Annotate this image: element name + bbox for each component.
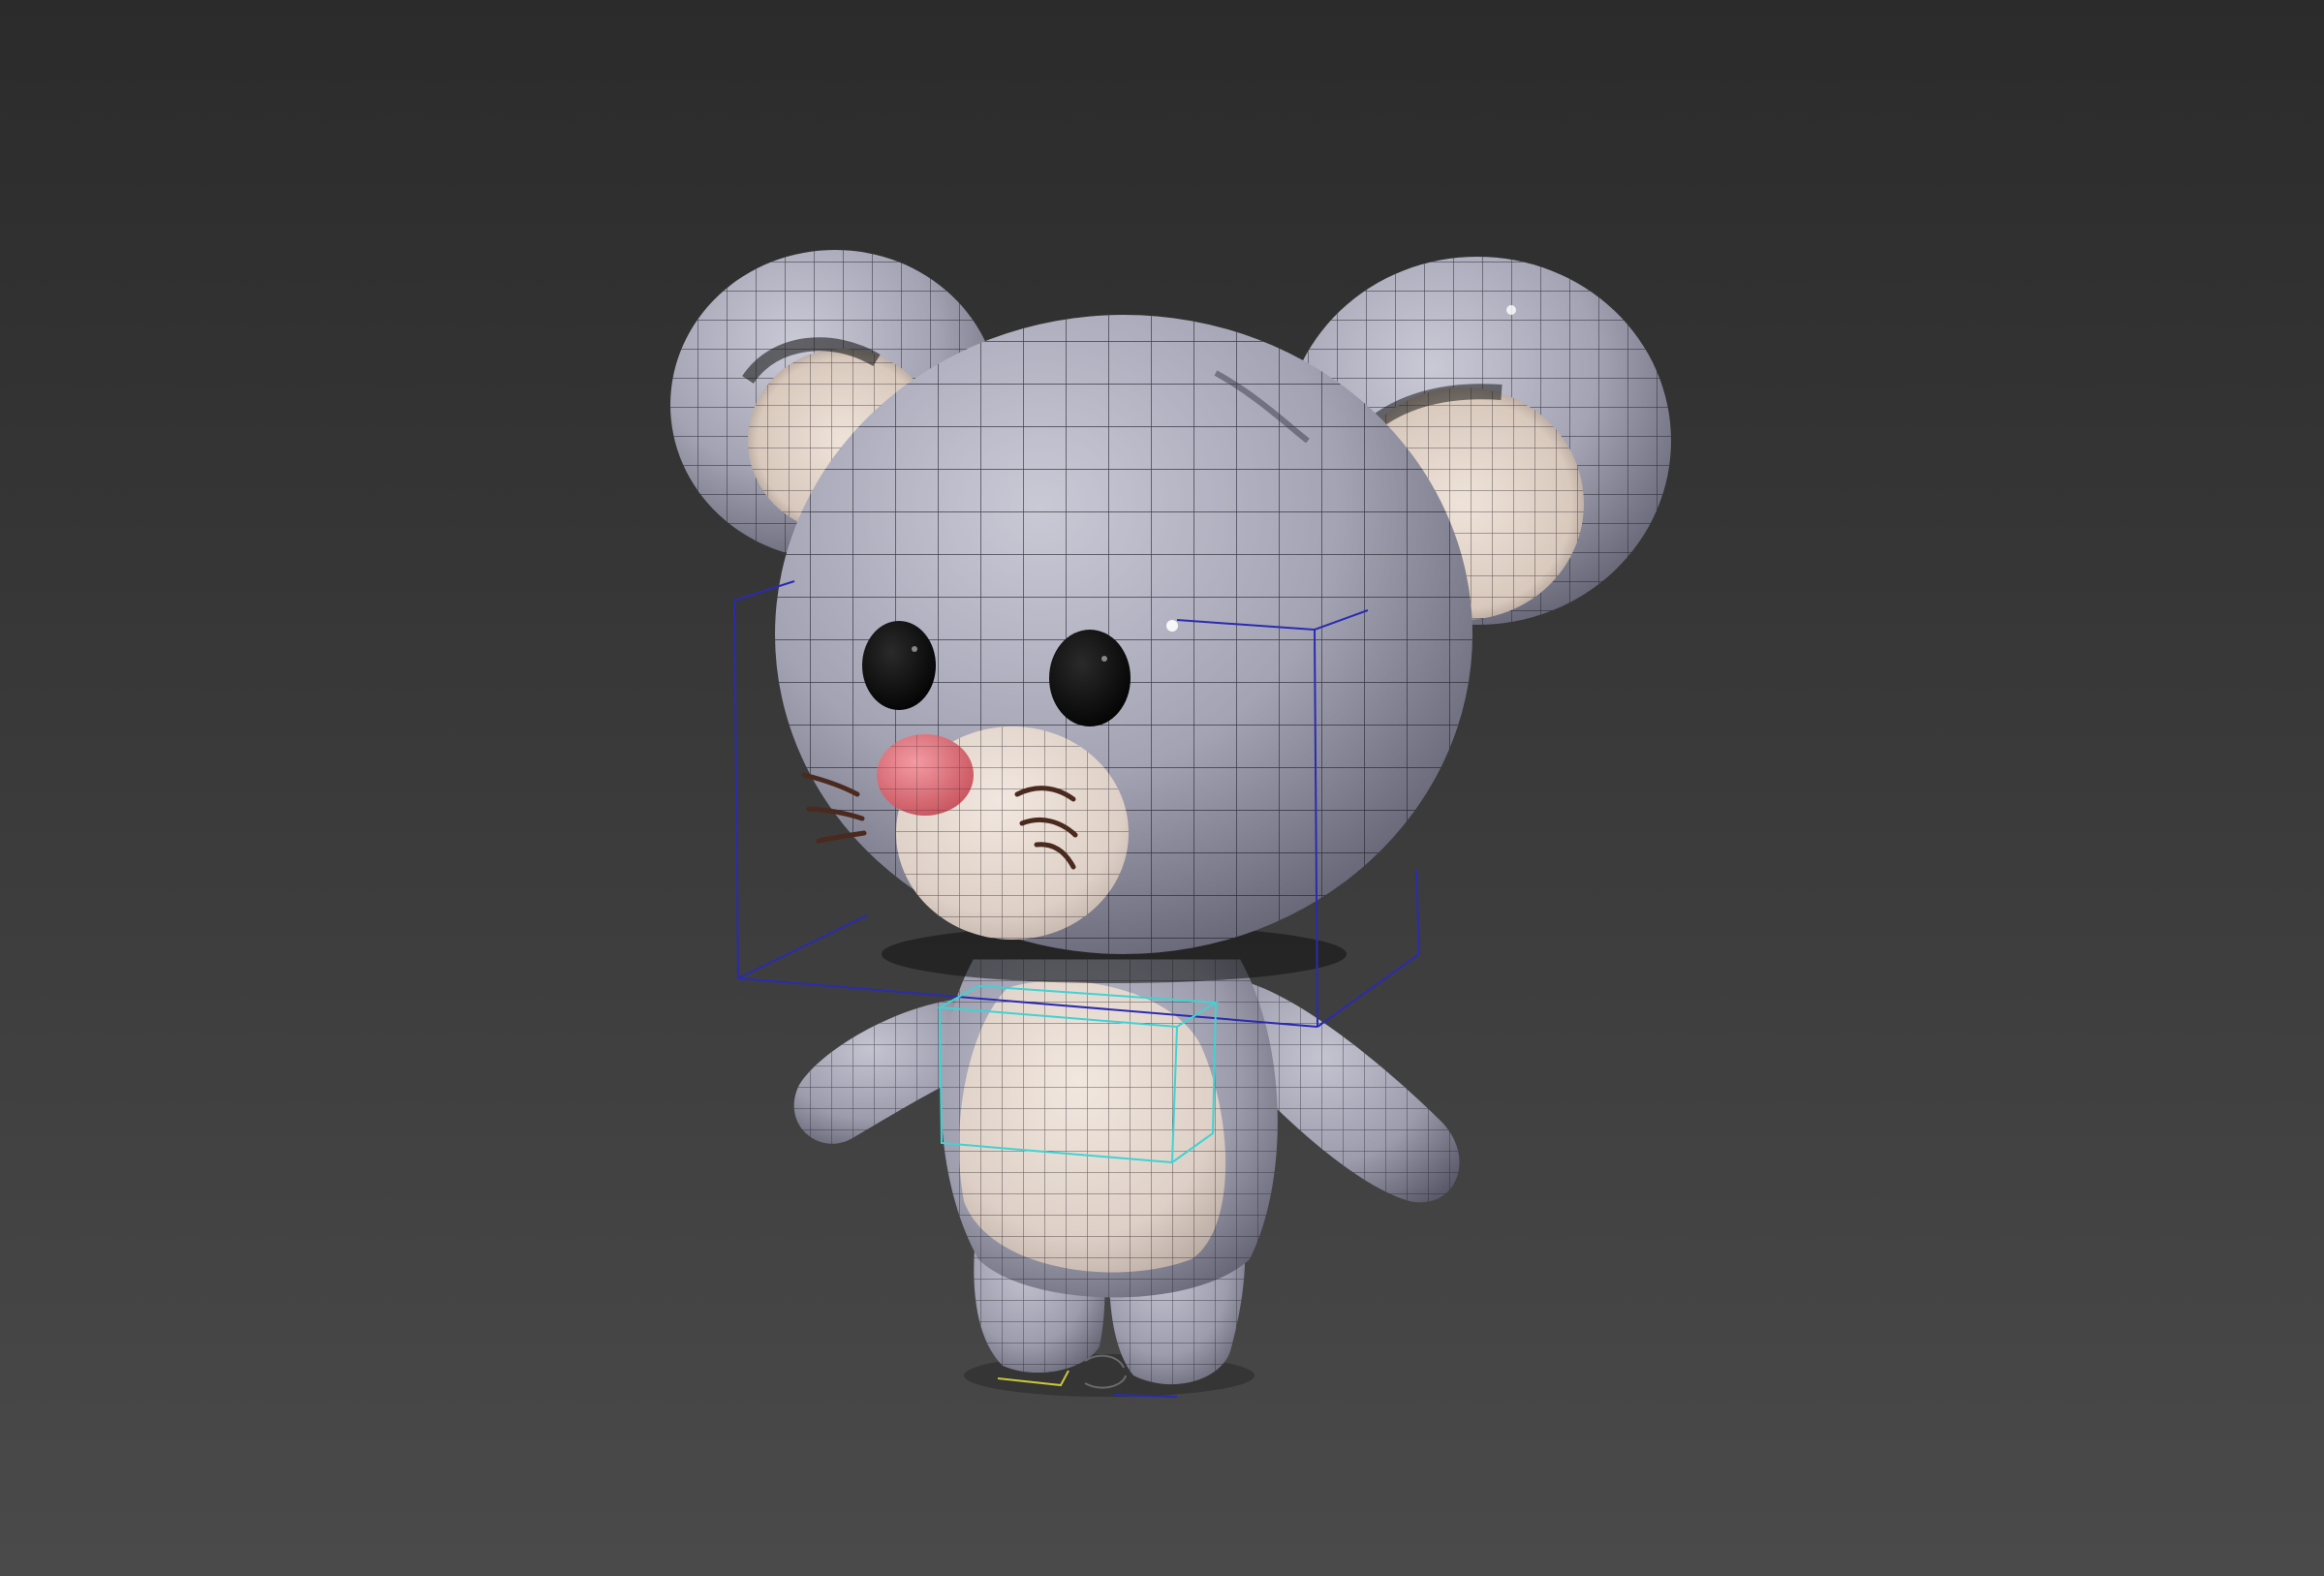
left-eye	[862, 621, 936, 710]
right-eye	[1049, 630, 1131, 726]
viewport-canvas[interactable]	[0, 0, 2324, 1576]
3d-viewport[interactable]	[0, 0, 2324, 1576]
nose	[877, 734, 974, 816]
